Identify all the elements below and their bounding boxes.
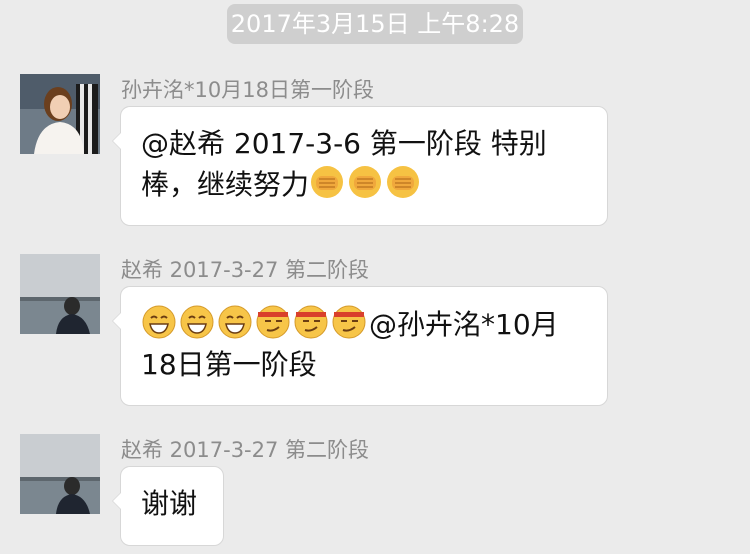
sender-name: 孙卉洺*10月18日第一阶段 [121,78,374,102]
message-text: @孙卉洺*10月 [369,308,559,341]
smirk-headband-emoji [293,304,329,340]
message-text-line: 谢谢 [141,487,198,520]
sender-name: 赵希 2017-3-27 第二阶段 [121,438,370,462]
grin-emoji [179,304,215,340]
message-bubble[interactable]: 谢谢 [112,466,224,546]
fist-bump-emoji [309,164,345,200]
message-text-line: @赵希 2017-3-6 第一阶段 特别 [141,127,547,160]
message-text: 棒，继续努力 [141,168,310,201]
message-text-line-with-emoji: @孙卉洺*10月 [141,304,587,345]
fist-bump-emoji [385,164,421,200]
smirk-headband-emoji [255,304,291,340]
avatar[interactable] [20,74,100,154]
fist-bump-emoji [347,164,383,200]
grin-emoji [217,304,253,340]
smirk-headband-emoji [331,304,367,340]
sender-name: 赵希 2017-3-27 第二阶段 [121,258,370,282]
grin-emoji [141,304,177,340]
avatar[interactable] [20,434,100,514]
avatar[interactable] [20,254,100,334]
chat-timestamp: 2017年3月15日 上午8:28 [227,4,523,44]
message-bubble[interactable]: @孙卉洺*10月 18日第一阶段 [112,286,608,406]
message-bubble[interactable]: @赵希 2017-3-6 第一阶段 特别 棒，继续努力 [112,106,608,226]
message-text-line-with-emoji: 棒，继续努力 [141,164,587,205]
message-text-line: 18日第一阶段 [141,348,317,381]
